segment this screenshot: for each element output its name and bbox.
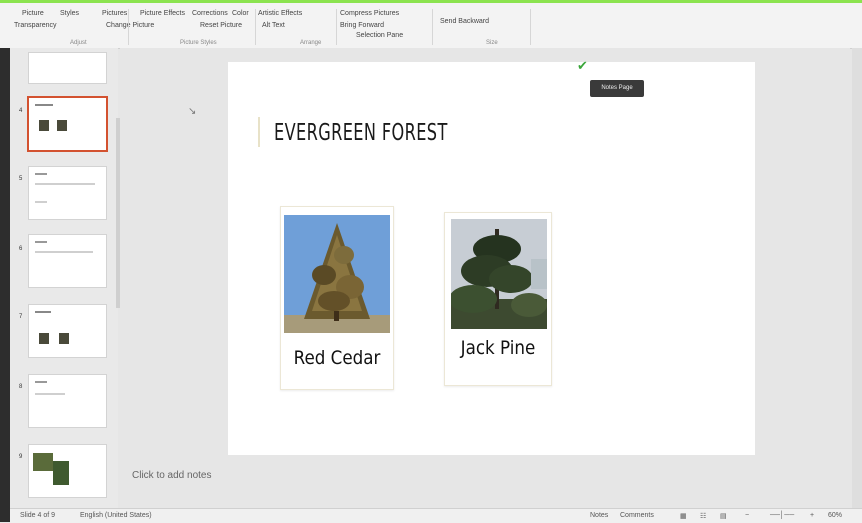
thumb-picture: [33, 453, 53, 471]
slide-number: 7: [19, 314, 23, 320]
slide-thumbnail[interactable]: [28, 52, 107, 84]
ribbon-separator: [432, 9, 433, 45]
slide-thumbnail[interactable]: [28, 374, 107, 428]
notes-input[interactable]: Click to add notes: [132, 470, 212, 481]
slide-thumbnail[interactable]: [28, 304, 107, 358]
ribbon-transparency-button[interactable]: Transparency: [14, 21, 57, 30]
checkmark-icon: ✔: [577, 58, 588, 73]
mouse-cursor-icon: ↘: [188, 106, 197, 117]
thumb-text-line: [35, 251, 93, 253]
ribbon-separator: [128, 9, 129, 45]
red-cedar-image-icon: [284, 215, 390, 333]
thumb-text-line: [35, 183, 95, 185]
slide-thumbnail-pane: 4 5 6 7 8 9: [10, 48, 118, 508]
thumb-title-line: [35, 173, 47, 175]
ribbon-color-button[interactable]: Color: [232, 9, 249, 18]
slide-thumbnail[interactable]: [28, 166, 107, 220]
ribbon-picture-button[interactable]: Picture: [22, 9, 44, 18]
slide[interactable]: EVERGREEN FOREST Red Cedar Jack Pine: [228, 62, 755, 455]
zoom-level[interactable]: 60%: [828, 512, 842, 519]
red-cedar-photo[interactable]: [284, 215, 390, 333]
image-card-jack-pine[interactable]: Jack Pine: [444, 212, 552, 386]
ribbon-selection-pane-button[interactable]: Selection Pane: [356, 31, 403, 40]
ribbon-styles-button[interactable]: Styles: [60, 9, 79, 18]
ribbon-group-size: Size: [486, 40, 498, 46]
ribbon-corrections-button[interactable]: Corrections: [192, 9, 228, 18]
normal-view-icon[interactable]: ▦: [680, 512, 687, 520]
ribbon-alt-text-button[interactable]: Alt Text: [262, 21, 285, 30]
tooltip: Notes Page: [590, 80, 644, 97]
zoom-slider[interactable]: ──│──: [770, 512, 794, 519]
vertical-scrollbar[interactable]: [852, 48, 862, 508]
jack-pine-image-icon: [451, 219, 547, 329]
ribbon-reset-picture-button[interactable]: Reset Picture: [200, 21, 242, 30]
window-left-edge: [0, 48, 10, 522]
thumb-title-line: [35, 241, 47, 243]
thumb-picture: [39, 120, 49, 131]
title-accent-bar: [258, 117, 260, 147]
jack-pine-caption[interactable]: Jack Pine: [451, 337, 544, 359]
thumb-title-line: [35, 311, 51, 313]
ribbon-send-backward-button[interactable]: Send Backward: [440, 17, 489, 26]
ribbon-separator: [255, 9, 256, 45]
slide-thumbnail-selected[interactable]: [27, 96, 108, 152]
slide-sorter-icon[interactable]: ☷: [700, 512, 706, 520]
thumb-picture: [57, 120, 67, 131]
slide-thumbnail[interactable]: [28, 234, 107, 288]
status-bar: Slide 4 of 9 English (United States) Not…: [10, 508, 862, 523]
thumb-picture: [53, 461, 69, 485]
slide-number: 8: [19, 384, 23, 390]
slide-title[interactable]: EVERGREEN FOREST: [274, 120, 448, 146]
red-cedar-caption[interactable]: Red Cedar: [288, 347, 387, 369]
slide-number: 5: [19, 176, 23, 182]
thumb-picture: [39, 333, 49, 344]
jack-pine-photo[interactable]: [451, 219, 547, 329]
reading-view-icon[interactable]: ▤: [720, 512, 727, 520]
zoom-in-icon[interactable]: +: [810, 512, 814, 519]
comments-button[interactable]: Comments: [620, 512, 654, 519]
ribbon-compress-button[interactable]: Compress Pictures: [340, 9, 399, 18]
zoom-out-icon[interactable]: −: [745, 512, 749, 519]
slide-number: 9: [19, 454, 23, 460]
slide-number: 6: [19, 246, 23, 252]
ribbon-group-adjust: Adjust: [70, 40, 87, 46]
thumb-title-line: [35, 104, 53, 106]
image-card-red-cedar[interactable]: Red Cedar: [280, 206, 394, 390]
ribbon-separator: [530, 9, 531, 45]
ribbon-pictures-button[interactable]: Pictures: [102, 9, 127, 18]
ribbon-group-styles: Picture Styles: [180, 40, 217, 46]
notes-button[interactable]: Notes: [590, 512, 608, 519]
ribbon-effects-button[interactable]: Picture Effects: [140, 9, 185, 18]
ribbon-change-picture-button[interactable]: Change Picture: [106, 21, 154, 30]
ribbon: Picture Styles Pictures Picture Effects …: [0, 3, 862, 49]
ribbon-separator: [336, 9, 337, 45]
ribbon-bring-forward-button[interactable]: Bring Forward: [340, 21, 384, 30]
language-indicator[interactable]: English (United States): [80, 512, 152, 519]
ribbon-group-arrange: Arrange: [300, 40, 322, 46]
slide-number: 4: [19, 108, 23, 114]
thumb-picture: [59, 333, 69, 344]
slide-counter: Slide 4 of 9: [20, 512, 56, 519]
thumb-text-line: [35, 201, 47, 203]
ribbon-artistic-button[interactable]: Artistic Effects: [258, 9, 302, 18]
thumb-title-line: [35, 381, 47, 383]
slide-thumbnail[interactable]: [28, 444, 107, 498]
thumb-text-line: [35, 393, 65, 395]
